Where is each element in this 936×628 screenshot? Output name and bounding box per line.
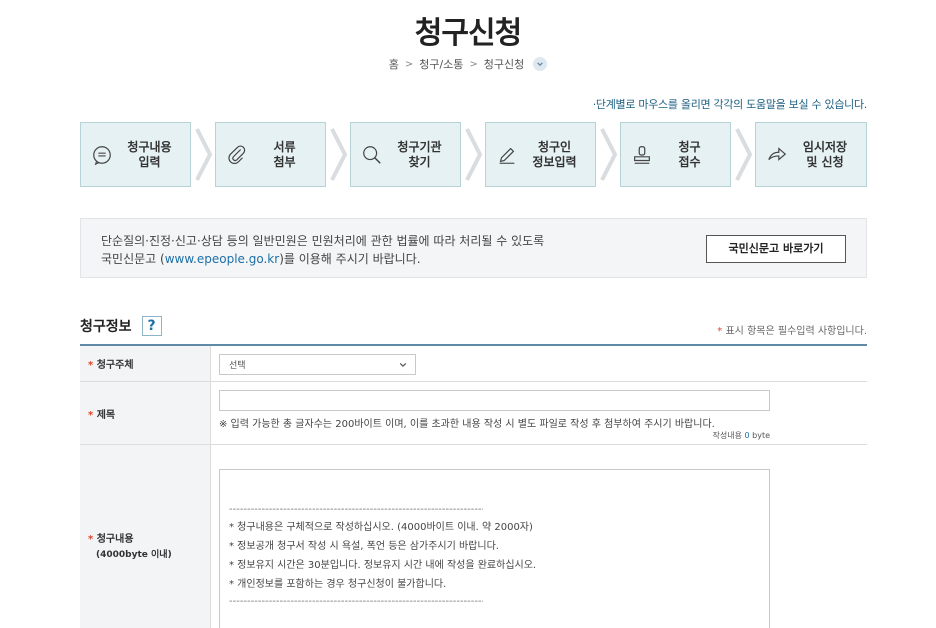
epeople-notice: 단순질의·진정·신고·상담 등의 일반민원은 민원처리에 관한 법률에 따라 처… <box>80 218 867 278</box>
paperclip-icon <box>226 144 248 166</box>
content-guide-line: * 정보공개 청구서 작성 시 욕설, 폭언 등은 삼가주시기 바랍니다. <box>229 541 499 552</box>
step-label: 임시저장 및 신청 <box>802 139 848 169</box>
pencil-icon <box>496 144 518 166</box>
row-content: * 청구내용 (4000byte 이내) -------------------… <box>80 445 867 628</box>
step-save-submit[interactable]: 임시저장 및 신청 <box>755 122 867 187</box>
help-button[interactable]: ? <box>141 316 162 336</box>
page-title: 청구신청 <box>414 16 522 51</box>
breadcrumb-separator: > <box>469 58 478 70</box>
step-label: 청구인 정보입력 <box>532 139 577 169</box>
step-label: 청구기관 찾기 <box>397 139 442 169</box>
step-content-input[interactable]: 청구내용 입력 <box>80 122 191 187</box>
step-label: 청구내용 입력 <box>127 139 172 169</box>
row-label: * 청구내용 (4000byte 이내) <box>80 445 211 628</box>
subject-byte-counter: 작성내용 0 byte <box>712 431 770 440</box>
step-label: 서류 첨부 <box>273 139 296 169</box>
step-chevron-icon <box>734 126 754 183</box>
breadcrumb-separator: > <box>404 58 414 70</box>
request-form: * 청구주체 선택 * 제목 ※ 입력 가능한 총 글자수는 200바이트 이며… <box>80 344 867 628</box>
magnifier-icon <box>361 144 383 166</box>
content-guide-line: * 정보유지 시간은 30분입니다. 정보유지 시간 내에 작성을 완료하십시오… <box>229 560 537 571</box>
row-label: * 청구주체 <box>80 346 211 381</box>
section-title: 청구정보 <box>80 319 132 335</box>
step-label: 청구 접수 <box>678 139 701 169</box>
send-arrow-icon <box>766 144 788 166</box>
required-note: * 표시 항목은 필수입력 사항입니다. <box>717 326 867 337</box>
step-chevron-icon <box>329 126 349 183</box>
breadcrumb-level1[interactable]: 청구/소통 <box>419 56 463 72</box>
section-header: 청구정보 ? <box>80 316 162 336</box>
content-textarea[interactable]: ----------------------------------------… <box>219 469 770 628</box>
epeople-shortcut-button[interactable]: 국민신문고 바로가기 <box>706 235 846 263</box>
row-label: * 제목 <box>80 382 211 444</box>
step-chevron-icon <box>464 126 484 183</box>
stamp-icon <box>631 144 653 166</box>
row-subject: * 제목 ※ 입력 가능한 총 글자수는 200바이트 이며, 이를 초과한 내… <box>80 382 867 445</box>
breadcrumb: 홈 > 청구/소통 > 청구신청 <box>0 56 936 72</box>
chevron-down-icon[interactable] <box>533 57 548 71</box>
content-guide-line: * 개인정보를 포함하는 경우 청구신청이 불가합니다. <box>229 579 447 590</box>
breadcrumb-home[interactable]: 홈 <box>389 56 399 72</box>
chevron-down-icon <box>399 362 407 368</box>
step-chevron-icon <box>194 126 214 183</box>
step-submission[interactable]: 청구 접수 <box>620 122 731 187</box>
breadcrumb-level2[interactable]: 청구신청 <box>484 56 524 72</box>
step-find-agency[interactable]: 청구기관 찾기 <box>350 122 461 187</box>
subject-description: ※ 입력 가능한 총 글자수는 200바이트 이며, 이를 초과한 내용 작성 … <box>219 419 715 430</box>
step-navigator: 청구내용 입력 서류 첨부 청구기관 찾기 청구인 정보입력 청구 접수 임시저… <box>80 122 867 187</box>
step-hint: ·단계별로 마우스를 올리면 각각의 도움말을 보실 수 있습니다. <box>592 98 868 111</box>
epeople-link[interactable]: www.epeople.go.kr <box>165 252 279 266</box>
speech-bubble-icon <box>91 144 113 166</box>
step-chevron-icon <box>599 126 619 183</box>
row-requester-type: * 청구주체 선택 <box>80 346 867 382</box>
subject-input[interactable] <box>219 390 770 411</box>
step-requester-info[interactable]: 청구인 정보입력 <box>485 122 596 187</box>
step-document-attach[interactable]: 서류 첨부 <box>215 122 326 187</box>
content-guide-line: * 청구내용은 구체적으로 작성하십시오. (4000바이트 이내. 약 200… <box>229 522 533 533</box>
requester-type-select[interactable]: 선택 <box>219 354 416 375</box>
